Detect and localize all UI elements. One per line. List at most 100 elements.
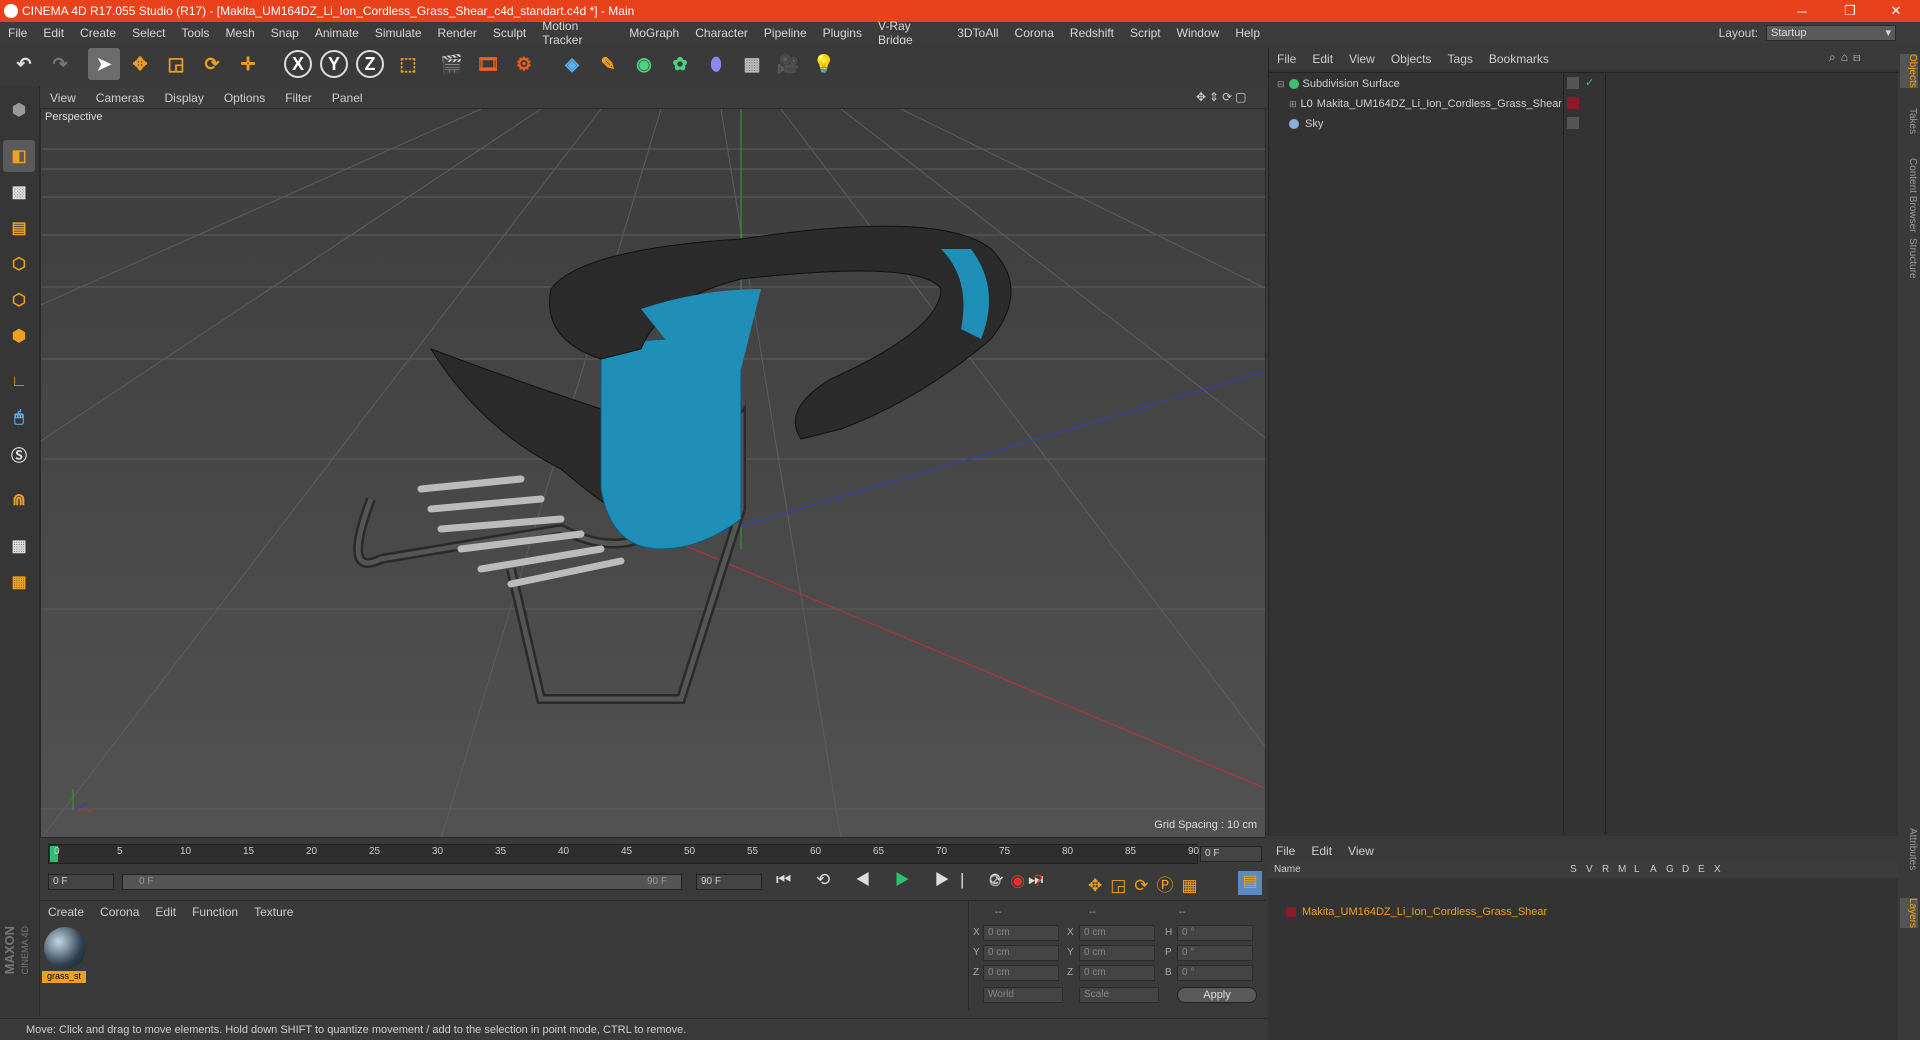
object-menu-edit[interactable]: Edit bbox=[1304, 52, 1341, 66]
menu-file[interactable]: File bbox=[0, 26, 35, 40]
pos-y-field[interactable]: 0 cm bbox=[983, 945, 1059, 961]
menu-corona[interactable]: Corona bbox=[1007, 26, 1062, 40]
workplane-mode-button[interactable]: ▤ bbox=[3, 212, 35, 244]
edit-toggle-icon[interactable] bbox=[1567, 117, 1579, 129]
planar-workplane-button[interactable]: ▦ bbox=[3, 566, 35, 598]
layer-color-swatch[interactable] bbox=[1286, 907, 1296, 917]
layer-col-e[interactable]: E bbox=[1698, 864, 1705, 875]
menu-pipeline[interactable]: Pipeline bbox=[756, 26, 815, 40]
menu-v-ray-bridge[interactable]: V-Ray Bridge bbox=[870, 19, 949, 47]
undo-button[interactable]: ↶ bbox=[8, 48, 40, 80]
apply-button[interactable]: Apply bbox=[1177, 987, 1257, 1003]
side-tab-content-browser[interactable]: Content Browser bbox=[1900, 158, 1918, 232]
viewport-menu-panel[interactable]: Panel bbox=[322, 91, 373, 105]
make-editable-button[interactable]: ⬢ bbox=[3, 94, 35, 126]
layer-col-a[interactable]: A bbox=[1650, 864, 1657, 875]
select-tool-button[interactable]: ➤ bbox=[88, 48, 120, 80]
coord-system-select[interactable]: World bbox=[983, 987, 1063, 1003]
deformer-button[interactable]: ⬮ bbox=[700, 48, 732, 80]
layer-col-m[interactable]: M bbox=[1618, 864, 1626, 875]
menu-sculpt[interactable]: Sculpt bbox=[485, 26, 534, 40]
menu-help[interactable]: Help bbox=[1227, 26, 1268, 40]
viewport-menu-view[interactable]: View bbox=[40, 91, 86, 105]
menu-animate[interactable]: Animate bbox=[307, 26, 367, 40]
layout-select[interactable]: Startup ▾ bbox=[1766, 25, 1896, 41]
object-menu-bookmarks[interactable]: Bookmarks bbox=[1481, 52, 1557, 66]
viewport-menu-filter[interactable]: Filter bbox=[275, 91, 322, 105]
layer-col-s[interactable]: S bbox=[1570, 864, 1577, 875]
menu-motion-tracker[interactable]: Motion Tracker bbox=[534, 19, 621, 47]
floor-object-button[interactable]: ▦ bbox=[736, 48, 768, 80]
rotate-tool-button[interactable]: ⟳ bbox=[196, 48, 228, 80]
object-row-sky[interactable]: Sky bbox=[1269, 114, 1899, 134]
layer-color-icon[interactable] bbox=[1567, 97, 1579, 109]
snap-button[interactable]: Ⓢ bbox=[3, 438, 35, 470]
light-object-button[interactable]: 💡 bbox=[808, 48, 840, 80]
move-tool-button[interactable]: ✥ bbox=[124, 48, 156, 80]
rot-b-field[interactable]: 0 ° bbox=[1177, 965, 1253, 981]
edges-mode-button[interactable]: ⬡ bbox=[3, 284, 35, 316]
viewport-menu-options[interactable]: Options bbox=[214, 91, 275, 105]
object-row-subdivision[interactable]: ⊟ Subdivision Surface ✓ bbox=[1269, 74, 1899, 94]
menu-snap[interactable]: Snap bbox=[263, 26, 307, 40]
size-x-field[interactable]: 0 cm bbox=[1079, 925, 1155, 941]
render-settings-button[interactable]: ⚙ bbox=[508, 48, 540, 80]
start-frame-field[interactable]: 0 F bbox=[48, 874, 114, 890]
material-menu-create[interactable]: Create bbox=[40, 905, 92, 919]
animation-mode-controls[interactable]: ✥◲⟳Ⓟ▦ bbox=[1088, 871, 1206, 896]
keyframe-controls[interactable]: ⊘◉? bbox=[988, 871, 1051, 891]
side-tab-layers[interactable]: Layers bbox=[1900, 898, 1918, 929]
menu-mesh[interactable]: Mesh bbox=[217, 26, 262, 40]
cube-object-button[interactable]: ◈ bbox=[556, 48, 588, 80]
size-y-field[interactable]: 0 cm bbox=[1079, 945, 1155, 961]
coordinate-system-button[interactable]: ⬚ bbox=[392, 48, 424, 80]
menu-select[interactable]: Select bbox=[124, 26, 173, 40]
layer-menu-edit[interactable]: Edit bbox=[1303, 844, 1340, 858]
material-menu-function[interactable]: Function bbox=[184, 905, 246, 919]
model-mode-button[interactable]: ◧ bbox=[3, 140, 35, 172]
object-menu-tags[interactable]: Tags bbox=[1440, 52, 1481, 66]
pen-spline-button[interactable]: ✎ bbox=[592, 48, 624, 80]
menu-create[interactable]: Create bbox=[72, 26, 124, 40]
side-tab-structure[interactable]: Structure bbox=[1900, 238, 1918, 279]
texture-mode-button[interactable]: ▩ bbox=[3, 176, 35, 208]
perspective-viewport[interactable]: Perspective Grid Spacing : 10 cm bbox=[40, 108, 1266, 838]
menu-edit[interactable]: Edit bbox=[35, 26, 72, 40]
scale-tool-button[interactable]: ◲ bbox=[160, 48, 192, 80]
side-tab-takes[interactable]: Takes bbox=[1900, 108, 1918, 134]
size-z-field[interactable]: 0 cm bbox=[1079, 965, 1155, 981]
expand-icon[interactable]: ⊞ bbox=[1289, 99, 1297, 110]
object-row-makita[interactable]: ⊞ L0 Makita_UM164DZ_Li_Ion_Cordless_Gras… bbox=[1269, 94, 1899, 114]
rot-p-field[interactable]: 0 ° bbox=[1177, 945, 1253, 961]
y-axis-lock-button[interactable]: Y bbox=[320, 50, 348, 78]
object-menu-objects[interactable]: Objects bbox=[1383, 52, 1440, 66]
z-axis-lock-button[interactable]: Z bbox=[356, 50, 384, 78]
layer-col-r[interactable]: R bbox=[1602, 864, 1609, 875]
menu-mograph[interactable]: MoGraph bbox=[621, 26, 687, 40]
layer-col-d[interactable]: D bbox=[1682, 864, 1689, 875]
object-menu-view[interactable]: View bbox=[1341, 52, 1383, 66]
render-view-button[interactable]: 🎬 bbox=[436, 48, 468, 80]
material-thumbnail[interactable] bbox=[44, 927, 86, 969]
menu-render[interactable]: Render bbox=[430, 26, 485, 40]
axis-mode-button[interactable]: ∟ bbox=[3, 366, 35, 398]
magnet-tool-button[interactable]: ⋒ bbox=[3, 484, 35, 516]
viewport-menu-cameras[interactable]: Cameras bbox=[86, 91, 155, 105]
layer-menu-file[interactable]: File bbox=[1268, 844, 1303, 858]
layer-col-v[interactable]: V bbox=[1586, 864, 1593, 875]
lock-workplane-button[interactable]: ▦ bbox=[3, 530, 35, 562]
material-menu-corona[interactable]: Corona bbox=[92, 905, 147, 919]
coord-mode-select[interactable]: Scale bbox=[1079, 987, 1159, 1003]
material-menu-edit[interactable]: Edit bbox=[147, 905, 184, 919]
array-generator-button[interactable]: ✿ bbox=[664, 48, 696, 80]
menu-plugins[interactable]: Plugins bbox=[815, 26, 870, 40]
side-tab-attributes[interactable]: Attributes bbox=[1900, 828, 1918, 870]
layer-menu-view[interactable]: View bbox=[1340, 844, 1382, 858]
tweak-mode-button[interactable]: 🖱 bbox=[3, 402, 35, 434]
material-menu-texture[interactable]: Texture bbox=[246, 905, 301, 919]
render-picture-viewer-button[interactable]: 🎞 bbox=[472, 48, 504, 80]
menu-character[interactable]: Character bbox=[687, 26, 756, 40]
camera-object-button[interactable]: 🎥 bbox=[772, 48, 804, 80]
maximize-button[interactable]: ❐ bbox=[1830, 0, 1870, 22]
subdivision-surface-button[interactable]: ◉ bbox=[628, 48, 660, 80]
